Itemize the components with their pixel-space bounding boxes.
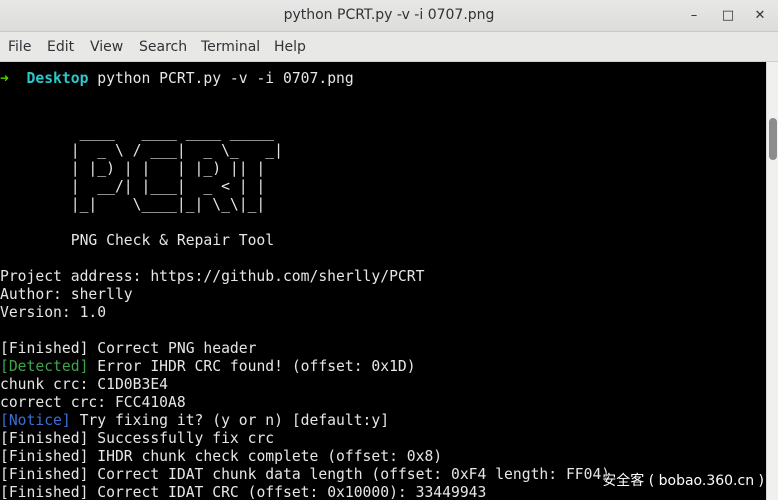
- log-line: [Detected] Error IHDR CRC found! (offset…: [0, 358, 416, 375]
- watermark-text: 安全客 ( bobao.360.cn ): [602, 473, 764, 489]
- menu-edit[interactable]: Edit: [47, 39, 74, 55]
- info-version: Version: 1.0: [0, 304, 107, 321]
- terminal-scrollbar[interactable]: [766, 62, 778, 500]
- maximize-button[interactable]: □: [720, 8, 736, 24]
- terminal-output[interactable]: ➜ Desktop python PCRT.py -v -i 0707.png …: [0, 62, 766, 500]
- prompt-arrow-icon: ➜: [0, 70, 9, 87]
- prompt-directory: Desktop: [26, 70, 89, 87]
- log-line: [Finished] Successfully fix crc: [0, 430, 275, 447]
- log-line: [Finished] IHDR chunk check complete (of…: [0, 448, 443, 465]
- log-line: correct crc: FCC410A8: [0, 394, 186, 411]
- log-line: [Notice] Try fixing it? (y or n) [defaul…: [0, 412, 390, 429]
- menu-terminal[interactable]: Terminal: [201, 39, 260, 55]
- info-author: Author: sherlly: [0, 286, 133, 303]
- scrollbar-thumb[interactable]: [769, 118, 777, 160]
- log-line: [Finished] Correct IDAT CRC (offset: 0x1…: [0, 484, 487, 500]
- banner-line: ____ ____ ____ _____: [0, 124, 283, 141]
- banner-line: | _ \ / ___| _ \_ _|: [0, 142, 283, 159]
- menu-help[interactable]: Help: [274, 39, 306, 55]
- prompt-command: python PCRT.py -v -i 0707.png: [97, 70, 354, 87]
- menu-bar: File Edit View Search Terminal Help: [0, 32, 778, 62]
- banner-line: | |_) | | | |_) || |: [0, 160, 283, 177]
- tool-name: PNG Check & Repair Tool: [0, 232, 275, 249]
- menu-search[interactable]: Search: [139, 39, 187, 55]
- banner-line: |_| \____|_| \_\|_|: [0, 196, 283, 213]
- banner-line: | __/| |___| _ < | |: [0, 178, 283, 195]
- menu-file[interactable]: File: [8, 39, 31, 55]
- close-button[interactable]: ✕: [752, 8, 768, 24]
- log-line: [Finished] Correct PNG header: [0, 340, 257, 357]
- prompt-line: ➜ Desktop python PCRT.py -v -i 0707.png: [0, 70, 354, 88]
- menu-view[interactable]: View: [90, 39, 123, 55]
- window-titlebar: python PCRT.py -v -i 0707.png – □ ✕: [0, 0, 778, 32]
- log-line: chunk crc: C1D0B3E4: [0, 376, 169, 393]
- info-project-address: Project address: https://github.com/sher…: [0, 268, 425, 285]
- minimize-button[interactable]: –: [686, 8, 702, 24]
- window-title: python PCRT.py -v -i 0707.png: [283, 7, 495, 23]
- log-line: [Finished] Correct IDAT chunk data lengt…: [0, 466, 611, 483]
